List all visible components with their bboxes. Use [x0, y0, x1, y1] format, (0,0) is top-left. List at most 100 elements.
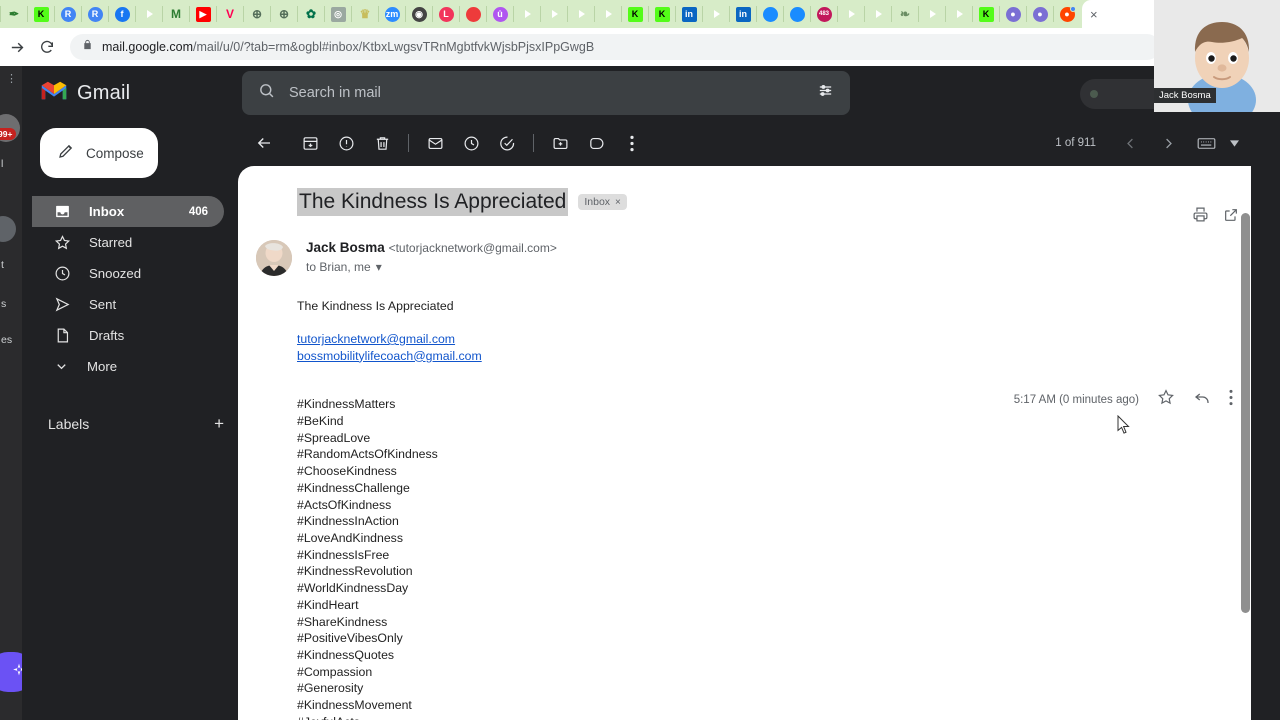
gmail-sidebar: Compose Inbox 406 Starred Snoozed Sent Drafts… — [22, 120, 238, 720]
tab-play-icon-3[interactable] — [545, 5, 563, 23]
archive-icon[interactable] — [292, 125, 328, 161]
tab-reddit-icon-1[interactable]: R — [59, 5, 77, 23]
search-input[interactable]: Search in mail — [289, 85, 803, 101]
reload-icon[interactable] — [34, 34, 60, 60]
tab-bubble-icon-2[interactable] — [788, 5, 806, 23]
tab-reddit-icon-2[interactable]: R — [86, 5, 104, 23]
tab-play-icon-1[interactable] — [140, 5, 158, 23]
tab-record-icon[interactable] — [464, 5, 482, 23]
input-tools-icon[interactable] — [1188, 125, 1224, 161]
tab-play-icon-6[interactable] — [707, 5, 725, 23]
print-icon[interactable] — [1192, 206, 1209, 228]
tab-discord-icon-1[interactable]: ● — [1004, 5, 1022, 23]
recipients-row[interactable]: to Brian, me ▾ — [306, 260, 557, 274]
sidebar-item-snoozed[interactable]: Snoozed — [32, 258, 224, 289]
tab-play-icon-4[interactable] — [572, 5, 590, 23]
label-tag-icon[interactable] — [578, 125, 614, 161]
tab-kick-icon-4[interactable]: K — [977, 5, 995, 23]
side-panel-more-icon[interactable]: ⋮ — [6, 72, 18, 85]
tab-play-icon-9[interactable] — [923, 5, 941, 23]
label-chip-inbox[interactable]: Inbox × — [578, 194, 627, 211]
forward-arrow-icon[interactable] — [4, 34, 30, 60]
tab-reddit-alien-icon[interactable]: ● — [1058, 5, 1076, 23]
hashtag-line: #KindnessRevolution — [297, 564, 413, 579]
more-vertical-icon[interactable] — [1229, 389, 1233, 411]
scrollbar-thumb[interactable] — [1241, 213, 1250, 613]
email-link[interactable]: tutorjacknetwork@gmail.com — [297, 332, 455, 346]
tab-separator — [459, 6, 460, 22]
search-bar[interactable]: Search in mail — [242, 71, 850, 115]
tab-youtube-icon[interactable]: ▶ — [194, 5, 212, 23]
browser-tab-strip[interactable]: ✒KRRfM▶V⊕⊕✿◎♛zm◉LûKKinin483❧K●●● × + — [0, 0, 1280, 28]
back-arrow-icon[interactable] — [246, 125, 282, 161]
plus-icon[interactable]: + — [214, 414, 224, 434]
side-panel-avatar-2[interactable] — [0, 216, 16, 242]
tab-zoom-icon[interactable]: zm — [383, 5, 401, 23]
tab-settings-icon[interactable]: ◎ — [329, 5, 347, 23]
tab-bubble-icon-1[interactable] — [761, 5, 779, 23]
sidebar-item-sent[interactable]: Sent — [32, 289, 224, 320]
tab-linkedin-icon-2[interactable]: in — [734, 5, 752, 23]
add-to-tasks-icon[interactable] — [489, 125, 525, 161]
email-link[interactable]: bossmobilitylifecoach@gmail.com — [297, 349, 482, 363]
tab-separator — [270, 6, 271, 22]
tab-play-icon-8[interactable] — [869, 5, 887, 23]
snooze-clock-icon[interactable] — [453, 125, 489, 161]
tab-play-icon-10[interactable] — [950, 5, 968, 23]
tab-facebook-icon[interactable]: f — [113, 5, 131, 23]
sidebar-item-inbox[interactable]: Inbox 406 — [32, 196, 224, 227]
trash-icon[interactable] — [364, 125, 400, 161]
tab-starbucks-icon[interactable]: ✿ — [302, 5, 320, 23]
tab-discord-icon-2[interactable]: ● — [1031, 5, 1049, 23]
open-in-new-window-icon[interactable] — [1223, 207, 1239, 228]
report-spam-icon[interactable] — [328, 125, 364, 161]
sidebar-item-starred[interactable]: Starred — [32, 227, 224, 258]
tab-play-icon-2[interactable] — [518, 5, 536, 23]
hashtag-line: #SpreadLove — [297, 430, 371, 445]
address-bar[interactable]: mail.google.com/mail/u/0/?tab=rm&ogbl#in… — [70, 34, 1160, 60]
recipients-text: to Brian, me — [306, 260, 371, 275]
tab-duck-icon[interactable]: ✒ — [5, 5, 23, 23]
tab-globe-icon-2[interactable]: ⊕ — [275, 5, 293, 23]
sparkle-icon[interactable] — [0, 652, 22, 692]
sidebar-item-drafts[interactable]: Drafts — [32, 320, 224, 351]
avatar[interactable] — [256, 240, 292, 277]
tab-leaf-icon[interactable]: ❧ — [896, 5, 914, 23]
message-scrollbar[interactable] — [1240, 212, 1251, 720]
tab-loom-icon[interactable]: L — [437, 5, 455, 23]
body-links[interactable]: tutorjacknetwork@gmail.com bossmobilityli… — [297, 331, 1251, 364]
reply-arrow-icon[interactable] — [1193, 388, 1211, 411]
tab-kick-icon-3[interactable]: K — [653, 5, 671, 23]
chevron-down-icon[interactable]: ▾ — [376, 260, 382, 274]
tab-medium-icon[interactable]: M — [167, 5, 185, 23]
close-icon[interactable]: × — [615, 197, 621, 208]
sidebar-item-more[interactable]: More — [32, 351, 224, 382]
tab-globe-icon-1[interactable]: ⊕ — [248, 5, 266, 23]
mark-unread-icon[interactable] — [417, 125, 453, 161]
tab-unsplash-icon[interactable]: û — [491, 5, 509, 23]
more-vertical-icon[interactable] — [614, 125, 650, 161]
chevron-left-icon[interactable] — [1112, 125, 1148, 161]
gmail-logo[interactable]: Gmail — [40, 80, 220, 106]
tab-crown-icon[interactable]: ♛ — [356, 5, 374, 23]
caret-down-icon[interactable] — [1226, 125, 1242, 161]
tab-separator — [162, 6, 163, 22]
sidebar-item-label: Sent — [89, 297, 117, 312]
tab-linkedin-icon-1[interactable]: in — [680, 5, 698, 23]
chrome-side-panel[interactable]: ⋮ 99+ l t s es — [0, 66, 22, 720]
compose-button[interactable]: Compose — [40, 128, 158, 178]
pinned-tabs-row[interactable]: ✒ K R Rf M ▶ V ⊕ ⊕ ✿ ◎ ♛ zm ◉ Lû K Kin in 483 ❧ K ● ● ● — [0, 5, 1080, 23]
tab-count-483-icon[interactable]: 483 — [815, 5, 833, 23]
tab-kick-icon-2[interactable]: K — [626, 5, 644, 23]
filter-options-icon[interactable] — [817, 82, 834, 104]
tab-kick-icon[interactable]: K — [32, 5, 50, 23]
webcam-overlay[interactable]: Jack Bosma — [1154, 0, 1280, 112]
tab-chrome-icon[interactable]: ◉ — [410, 5, 428, 23]
close-tab-icon[interactable]: × — [1090, 7, 1098, 22]
star-outline-icon[interactable] — [1157, 388, 1175, 411]
tab-play-icon-5[interactable] — [599, 5, 617, 23]
tab-play-icon-7[interactable] — [842, 5, 860, 23]
tab-vimeo-icon[interactable]: V — [221, 5, 239, 23]
chevron-right-icon[interactable] — [1150, 125, 1186, 161]
move-to-folder-icon[interactable] — [542, 125, 578, 161]
